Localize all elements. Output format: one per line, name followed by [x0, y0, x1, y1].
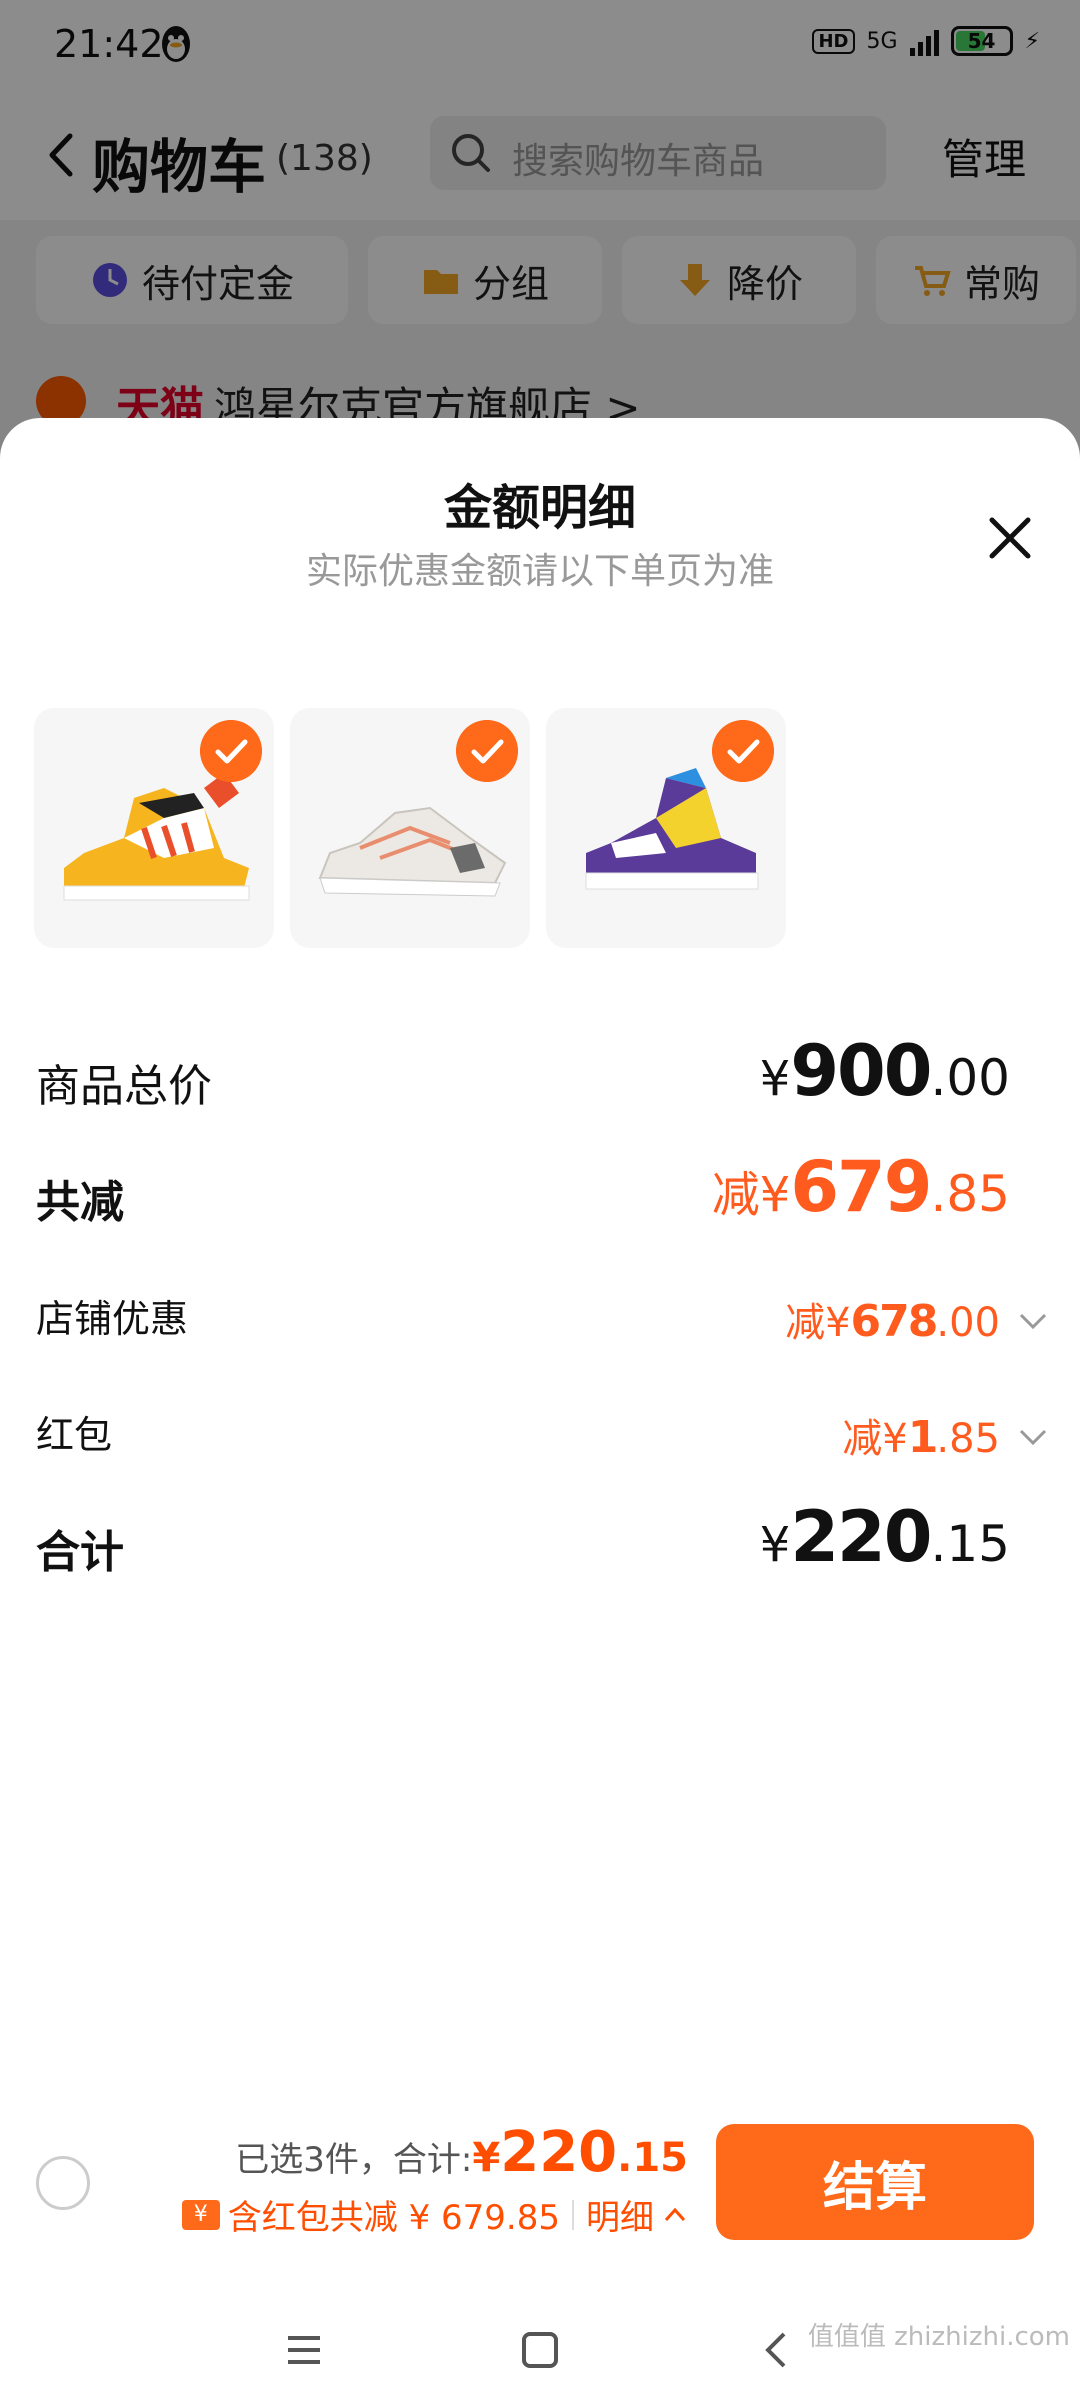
row-value: 减¥679.85: [711, 1146, 1010, 1228]
row-value: 减¥678.00: [785, 1296, 1000, 1347]
row-value: ¥900.00: [759, 1030, 1010, 1112]
amount-detail-sheet: 金额明细 实际优惠金额请以下单页为准 商品总价 ¥900.00 共减 减¥679…: [0, 418, 1080, 2400]
sheet-title: 金额明细: [443, 480, 636, 536]
product-thumb[interactable]: [290, 708, 530, 948]
row-sum: 合计 ¥220.15: [36, 1496, 1046, 1584]
menu-icon[interactable]: [280, 2326, 328, 2374]
close-icon[interactable]: [980, 508, 1040, 568]
sheet-subtitle: 实际优惠金额请以下单页为准: [305, 551, 774, 592]
watermark: 值值值 zhizhizhi.com: [807, 2322, 1070, 2352]
chevron-down-icon[interactable]: [1016, 1420, 1050, 1454]
row-red-packet[interactable]: 红包 减¥1.85: [36, 1390, 1047, 1470]
red-packet-icon: ¥: [181, 2199, 220, 2230]
select-all-radio[interactable]: [36, 2156, 90, 2210]
selected-count-text: 已选3件，合计:: [235, 2140, 473, 2180]
detail-link[interactable]: 明细: [586, 2190, 654, 2239]
checkout-button[interactable]: 结算: [716, 2124, 1034, 2240]
back-icon[interactable]: [752, 2326, 800, 2374]
product-thumbnails: [34, 708, 786, 948]
row-label: 合计: [36, 1527, 124, 1578]
row-goods-total: 商品总价 ¥900.00: [36, 1030, 1046, 1118]
chevron-down-icon[interactable]: [1016, 1304, 1050, 1338]
home-icon[interactable]: [516, 2326, 564, 2374]
row-label: 店铺优惠: [36, 1297, 189, 1341]
selected-check-icon[interactable]: [456, 720, 518, 782]
row-label: 共减: [36, 1177, 124, 1228]
chevron-up-icon[interactable]: [662, 2202, 688, 2228]
divider: [572, 2199, 574, 2230]
total-price: ¥220.15: [472, 2120, 688, 2185]
selected-check-icon[interactable]: [200, 720, 262, 782]
discount-text: 含红包共减 ¥ 679.85: [227, 2198, 560, 2238]
selected-summary: 已选3件，合计:¥220.15: [235, 2120, 688, 2185]
selected-check-icon[interactable]: [712, 720, 774, 782]
row-value: 减¥1.85: [842, 1412, 1000, 1463]
row-total-reduce: 共减 减¥679.85: [36, 1146, 1046, 1234]
row-value: ¥220.15: [759, 1496, 1010, 1578]
product-thumb[interactable]: [546, 708, 786, 948]
discount-summary[interactable]: ¥ 含红包共减 ¥ 679.85 明细: [181, 2190, 688, 2239]
product-thumb[interactable]: [34, 708, 274, 948]
row-label: 商品总价: [36, 1061, 212, 1112]
row-store-discount[interactable]: 店铺优惠 减¥678.00: [36, 1274, 1047, 1354]
row-label: 红包: [36, 1413, 113, 1457]
